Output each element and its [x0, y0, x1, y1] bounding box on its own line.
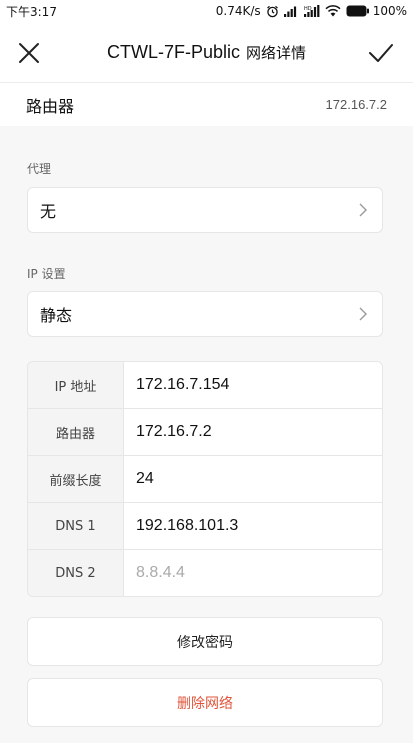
svg-text:HD: HD — [304, 6, 312, 12]
gateway-row: 路由器 172.16.7.2 — [28, 409, 382, 456]
dns1-row: DNS 1 192.168.101.3 — [28, 503, 382, 550]
delete-network-button[interactable]: 删除网络 — [27, 678, 383, 727]
title-bar: CTWL-7F-Public 网络详情 — [0, 22, 413, 82]
prefix-length-field[interactable]: 24 — [124, 456, 382, 502]
alarm-icon — [266, 5, 278, 17]
router-value: 172.16.7.2 — [325, 97, 387, 112]
wifi-icon — [325, 5, 341, 17]
gateway-field[interactable]: 172.16.7.2 — [124, 409, 382, 455]
gateway-label: 路由器 — [28, 409, 124, 455]
confirm-button[interactable] — [367, 40, 395, 66]
dns2-row: DNS 2 8.8.4.4 — [28, 550, 382, 596]
title-suffix: 网络详情 — [246, 44, 307, 62]
battery: 100% — [346, 4, 407, 18]
dns2-label: DNS 2 — [28, 550, 124, 596]
battery-level: 100% — [372, 4, 407, 18]
chevron-right-icon — [359, 307, 367, 321]
network-ssid: CTWL-7F-Public — [106, 42, 240, 62]
signal-icon — [283, 6, 296, 17]
check-icon — [369, 44, 393, 62]
modify-password-button[interactable]: 修改密码 — [27, 617, 383, 666]
battery-icon — [346, 5, 369, 17]
ip-settings-label: IP 设置 — [27, 267, 66, 281]
status-bar: 下午3:17 0.74K/s HD 100% — [0, 0, 413, 22]
ip-address-label: IP 地址 — [28, 362, 124, 408]
ip-settings-select[interactable]: 静态 — [27, 291, 383, 337]
ip-address-field[interactable]: 172.16.7.154 — [124, 362, 382, 408]
router-row: 路由器 172.16.7.2 — [0, 82, 413, 126]
ip-settings-value: 静态 — [40, 306, 73, 325]
page-title: CTWL-7F-Public 网络详情 — [0, 42, 413, 63]
dns1-label: DNS 1 — [28, 503, 124, 549]
dns2-field[interactable]: 8.8.4.4 — [124, 550, 382, 596]
router-label: 路由器 — [26, 96, 75, 116]
proxy-value: 无 — [40, 202, 57, 221]
status-indicators: 0.74K/s HD 100% — [216, 4, 407, 18]
status-time: 下午3:17 — [6, 4, 57, 19]
chevron-right-icon — [359, 203, 367, 217]
proxy-label: 代理 — [27, 162, 52, 176]
net-speed: 0.74K/s — [215, 4, 261, 18]
proxy-select[interactable]: 无 — [27, 187, 383, 233]
prefix-length-label: 前缀长度 — [28, 456, 124, 502]
prefix-length-row: 前缀长度 24 — [28, 456, 382, 503]
dns1-field[interactable]: 192.168.101.3 — [124, 503, 382, 549]
hd-signal-icon: HD — [303, 5, 320, 17]
static-ip-table: IP 地址 172.16.7.154 路由器 172.16.7.2 前缀长度 2… — [27, 361, 383, 597]
ip-address-row: IP 地址 172.16.7.154 — [28, 362, 382, 409]
